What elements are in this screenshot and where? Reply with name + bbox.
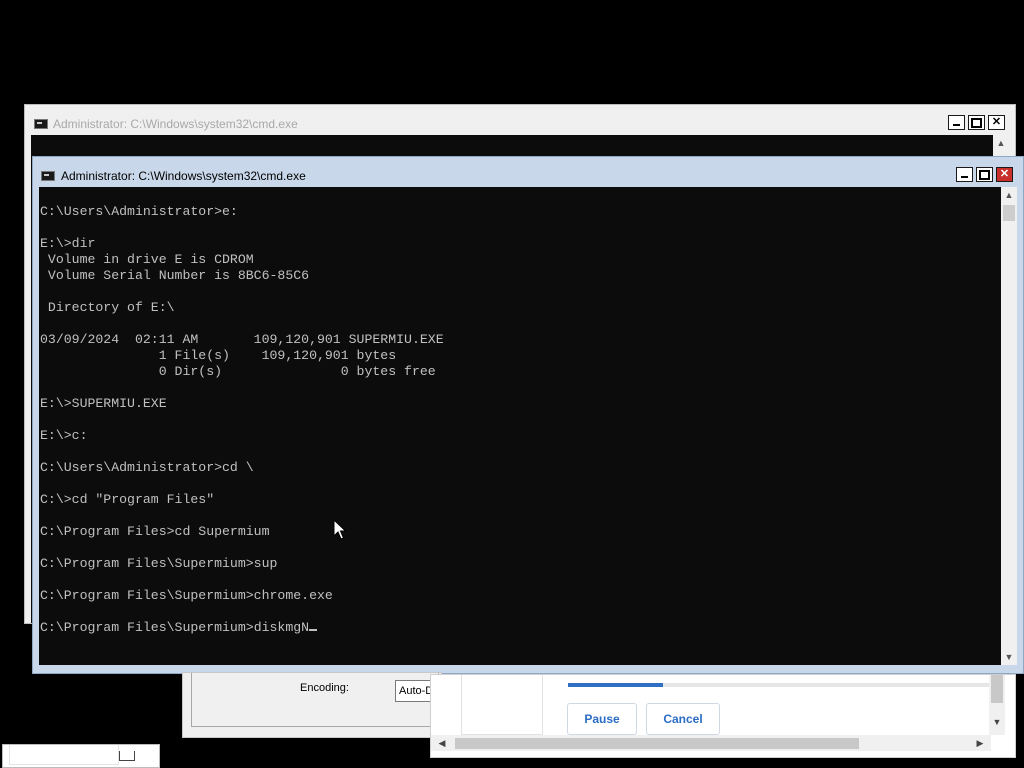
- scrollbar-thumb[interactable]: [1003, 205, 1015, 221]
- encoding-label: Encoding:: [300, 682, 349, 694]
- encoding-dialog: Encoding: Auto-D: [182, 672, 445, 738]
- front-title-bar[interactable]: Administrator: C:\Windows\system32\cmd.e…: [33, 157, 1023, 187]
- console-history: C:\Users\Administrator>e: E:\>dir Volume…: [40, 204, 444, 635]
- minimize-icon[interactable]: [119, 751, 135, 761]
- maximize-button[interactable]: [976, 167, 993, 182]
- minimized-window-fragment[interactable]: [2, 744, 160, 768]
- download-side-panel: [461, 675, 543, 735]
- download-vertical-scrollbar[interactable]: ▼: [989, 675, 1005, 735]
- scroll-left-arrow-icon[interactable]: ◀: [435, 735, 449, 751]
- progress-fill: [568, 683, 664, 687]
- cmd-icon: [41, 171, 55, 181]
- minimize-button[interactable]: [948, 115, 965, 130]
- cancel-button[interactable]: Cancel: [646, 703, 720, 735]
- front-cmd-window[interactable]: Administrator: C:\Windows\system32\cmd.e…: [32, 156, 1024, 674]
- scroll-right-arrow-icon[interactable]: ▶: [973, 735, 987, 751]
- scroll-down-arrow-icon[interactable]: ▼: [1001, 649, 1017, 665]
- scroll-up-arrow-icon[interactable]: ▲: [993, 135, 1009, 151]
- scrollbar-thumb[interactable]: [991, 675, 1003, 703]
- vertical-scrollbar[interactable]: ▲ ▼: [1001, 187, 1017, 665]
- progress-bar: [568, 683, 990, 687]
- mouse-pointer-icon: [333, 519, 347, 540]
- download-panel: Pause Cancel ▼ ◀ ▶: [430, 674, 1016, 758]
- front-window-title: Administrator: C:\Windows\system32\cmd.e…: [61, 169, 306, 183]
- cmd-icon: [34, 119, 48, 129]
- maximize-button[interactable]: [968, 115, 985, 130]
- fragment-panel: [9, 745, 119, 765]
- scrollbar-thumb[interactable]: [455, 738, 859, 749]
- minimize-button[interactable]: [956, 167, 973, 182]
- console-output[interactable]: C:\Users\Administrator>e: E:\>dir Volume…: [39, 187, 1001, 665]
- scroll-down-arrow-icon[interactable]: ▼: [989, 717, 1005, 727]
- console-text: C:\Users\Administrator>e: E:\>dir Volume…: [40, 204, 444, 636]
- close-button[interactable]: ✕: [996, 167, 1013, 182]
- pause-button[interactable]: Pause: [567, 703, 637, 735]
- scroll-up-arrow-icon[interactable]: ▲: [1001, 187, 1017, 203]
- text-cursor: [309, 629, 318, 631]
- back-title-bar[interactable]: Administrator: C:\Windows\system32\cmd.e…: [25, 105, 1015, 135]
- download-horizontal-scrollbar[interactable]: ◀ ▶: [431, 735, 991, 751]
- back-window-title: Administrator: C:\Windows\system32\cmd.e…: [53, 117, 298, 131]
- close-button[interactable]: ✕: [988, 115, 1005, 130]
- console-input: diskmgN: [253, 620, 310, 635]
